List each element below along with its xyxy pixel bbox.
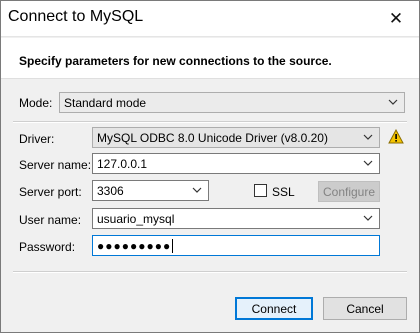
mode-label: Mode: <box>19 96 53 110</box>
cancel-button[interactable]: Cancel <box>323 297 407 320</box>
server-port-label: Server port: <box>19 185 82 199</box>
server-port-value: 3306 <box>97 183 124 198</box>
server-name-combo[interactable]: 127.0.0.1 <box>92 153 380 174</box>
chevron-down-icon <box>192 187 202 193</box>
separator-bottom-highlight <box>13 272 407 273</box>
separator-top-highlight <box>13 122 407 123</box>
driver-select[interactable]: MySQL ODBC 8.0 Unicode Driver (v8.0.20) <box>92 127 380 148</box>
title-bar: Connect to MySQL ✕ <box>1 1 419 37</box>
warning-icon <box>388 129 404 144</box>
connect-label: Connect <box>251 301 297 316</box>
connect-dialog: Connect to MySQL ✕ Specify parameters fo… <box>0 0 420 333</box>
connect-button[interactable]: Connect <box>235 297 313 320</box>
text-caret <box>172 238 174 253</box>
driver-label: Driver: <box>19 132 55 146</box>
mode-value: Standard mode <box>64 95 147 110</box>
header-panel: Specify parameters for new connections t… <box>1 38 419 79</box>
chevron-down-icon <box>363 160 373 166</box>
driver-value: MySQL ODBC 8.0 Unicode Driver (v8.0.20) <box>97 130 328 145</box>
configure-label: Configure <box>322 184 376 199</box>
user-name-combo[interactable]: usuario_mysql <box>92 208 380 229</box>
ssl-checkbox[interactable] <box>254 184 267 197</box>
server-name-value: 127.0.0.1 <box>97 156 148 171</box>
server-name-label: Server name: <box>19 158 92 172</box>
password-label: Password: <box>19 240 76 254</box>
configure-button[interactable]: Configure <box>318 181 380 202</box>
close-button[interactable]: ✕ <box>373 1 419 37</box>
cancel-label: Cancel <box>346 301 384 316</box>
chevron-down-icon <box>363 134 373 140</box>
password-value: ●●●●●●●●● <box>97 238 172 253</box>
header-instructions: Specify parameters for new connections t… <box>19 54 332 68</box>
chevron-down-icon <box>363 215 373 221</box>
mode-select[interactable]: Standard mode <box>59 92 405 113</box>
chevron-down-icon <box>388 99 398 105</box>
window-title: Connect to MySQL <box>8 8 144 25</box>
ssl-label: SSL <box>272 185 295 199</box>
server-port-combo[interactable]: 3306 <box>92 180 209 201</box>
user-name-value: usuario_mysql <box>97 211 175 226</box>
password-field[interactable]: ●●●●●●●●● <box>92 235 380 256</box>
close-icon: ✕ <box>388 9 404 28</box>
user-name-label: User name: <box>19 213 82 227</box>
